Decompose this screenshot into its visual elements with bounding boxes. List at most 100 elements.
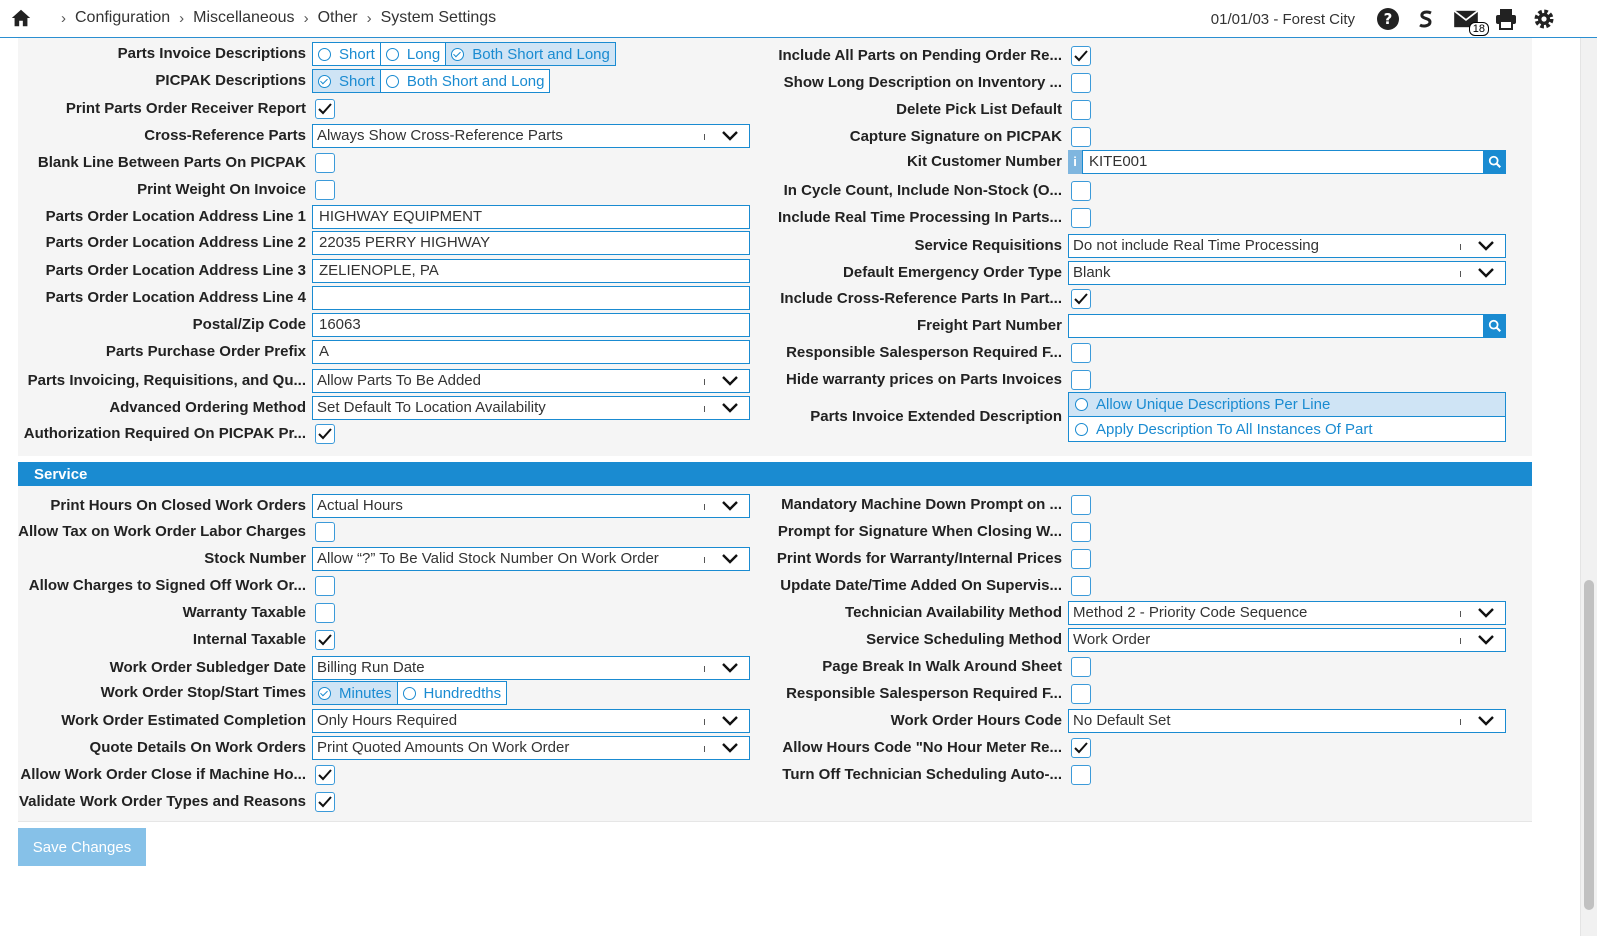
print-hours-on-closed-work-orders-select[interactable]: Actual Hours [312, 494, 750, 518]
chevron-down-icon[interactable] [721, 129, 739, 143]
parts-purchase-order-prefix-input[interactable]: A [312, 340, 750, 364]
cross-reference-parts-select[interactable]: Always Show Cross-Reference Parts [312, 124, 750, 148]
radio-checked-icon [1075, 398, 1088, 411]
delete-pick-list-default-checkbox[interactable] [1071, 100, 1091, 120]
breadcrumb-miscellaneous[interactable]: Miscellaneous [193, 9, 294, 27]
gear-icon[interactable] [1531, 6, 1557, 32]
search-icon[interactable] [1484, 150, 1506, 174]
picpak-descriptions-option-short[interactable]: Short [313, 70, 381, 92]
parts-invoice-descriptions-label: Parts Invoice Descriptions [117, 45, 306, 62]
update-date-time-added-on-supervis-checkbox[interactable] [1071, 576, 1091, 596]
parts-order-location-address-line-2-label: Parts Order Location Address Line 2 [45, 234, 306, 251]
chevron-down-icon[interactable] [721, 741, 739, 755]
mandatory-machine-down-prompt-on-checkbox[interactable] [1071, 495, 1091, 515]
print-icon[interactable] [1493, 6, 1519, 32]
mail-icon[interactable]: 18 [1451, 6, 1489, 36]
authorization-required-on-picpak-pr-checkbox[interactable] [315, 424, 335, 444]
chevron-down-icon[interactable] [721, 661, 739, 675]
hide-warranty-prices-on-parts-invoices-checkbox[interactable] [1071, 370, 1091, 390]
work-order-estimated-completion-select[interactable]: Only Hours Required [312, 709, 750, 733]
service-requisitions-select[interactable]: Do not include Real Time Processing [1068, 234, 1506, 258]
chevron-down-icon[interactable] [721, 374, 739, 388]
picpak-descriptions-option-both-short-and-long[interactable]: Both Short and Long [381, 70, 550, 92]
work-order-hours-code-select[interactable]: No Default Set [1068, 709, 1506, 733]
service-scheduling-method-select[interactable]: Work Order [1068, 628, 1506, 652]
chevron-down-icon[interactable] [721, 552, 739, 566]
chevron-down-icon[interactable] [721, 401, 739, 415]
parts-order-location-address-line-4-input[interactable] [312, 286, 750, 310]
work-order-stop-start-times-option-hundredths[interactable]: Hundredths [398, 682, 507, 704]
parts-invoice-extended-description-option-apply-description-to-all-instances-of-pa[interactable]: Apply Description To All Instances Of Pa… [1069, 417, 1505, 441]
kit-customer-number-value: KITE001 [1089, 153, 1148, 170]
select-divider [1460, 719, 1461, 725]
date-location[interactable]: 01/01/03 - Forest City [1211, 11, 1355, 28]
select-divider [704, 406, 705, 412]
warranty-taxable-checkbox[interactable] [315, 603, 335, 623]
search-icon[interactable] [1484, 314, 1506, 338]
blank-line-between-parts-on-picpak-checkbox[interactable] [315, 153, 335, 173]
validate-work-order-types-and-reasons-checkbox[interactable] [315, 792, 335, 812]
chevron-down-icon[interactable] [721, 499, 739, 513]
allow-tax-on-work-order-labor-charges-checkbox[interactable] [315, 522, 335, 542]
internal-taxable-checkbox[interactable] [315, 630, 335, 650]
technician-availability-method-select[interactable]: Method 2 - Priority Code Sequence [1068, 601, 1506, 625]
page-break-in-walk-around-sheet-checkbox[interactable] [1071, 657, 1091, 677]
parts-invoice-extended-description-option-allow-unique-descriptions-per-line[interactable]: Allow Unique Descriptions Per Line [1069, 393, 1505, 417]
parts-invoicing-requisitions-and-qu-select[interactable]: Allow Parts To Be Added [312, 369, 750, 393]
chevron-down-icon[interactable] [1477, 266, 1495, 280]
breadcrumb-other[interactable]: Other [318, 9, 358, 27]
prompt-for-signature-when-closing-w-checkbox[interactable] [1071, 522, 1091, 542]
turn-off-technician-scheduling-auto-checkbox[interactable] [1071, 765, 1091, 785]
s-logo-icon[interactable] [1413, 6, 1439, 32]
kit-customer-number-input[interactable]: KITE001 [1082, 150, 1484, 174]
chevron-down-icon[interactable] [1477, 606, 1495, 620]
default-emergency-order-type-label: Default Emergency Order Type [843, 264, 1062, 281]
parts-order-location-address-line-2-input[interactable]: 22035 PERRY HIGHWAY [312, 231, 750, 255]
parts-invoice-descriptions-option-short[interactable]: Short [313, 43, 381, 65]
breadcrumb-configuration[interactable]: Configuration [75, 9, 170, 27]
work-order-stop-start-times-option-minutes[interactable]: Minutes [313, 682, 398, 704]
work-order-subledger-date-select[interactable]: Billing Run Date [312, 656, 750, 680]
info-icon[interactable]: i [1068, 150, 1082, 174]
work-order-stop-start-times-label: Work Order Stop/Start Times [100, 684, 306, 701]
chevron-down-icon[interactable] [1477, 633, 1495, 647]
allow-work-order-close-if-machine-ho-checkbox[interactable] [315, 765, 335, 785]
include-all-parts-on-pending-order-re-checkbox[interactable] [1071, 46, 1091, 66]
print-weight-on-invoice-checkbox[interactable] [315, 180, 335, 200]
radio-empty-icon [385, 74, 399, 88]
chevron-down-icon[interactable] [1477, 239, 1495, 253]
parts-order-location-address-line-3-input[interactable]: ZELIENOPLE, PA [312, 259, 750, 283]
include-real-time-processing-in-parts-checkbox[interactable] [1071, 208, 1091, 228]
show-long-description-on-inventory-checkbox[interactable] [1071, 73, 1091, 93]
in-cycle-count-include-non-stock-o-checkbox[interactable] [1071, 181, 1091, 201]
include-cross-reference-parts-in-part-checkbox[interactable] [1071, 289, 1091, 309]
responsible-salesperson-required-f-checkbox[interactable] [1071, 343, 1091, 363]
service-scheduling-method-label: Service Scheduling Method [866, 631, 1062, 648]
chevron-down-icon[interactable] [721, 714, 739, 728]
parts-invoice-descriptions-option-long[interactable]: Long [381, 43, 447, 65]
top-bar: › Configuration › Miscellaneous › Other … [0, 0, 1597, 38]
parts-invoice-descriptions-option-both-short-and-long[interactable]: Both Short and Long [446, 43, 615, 65]
postal-zip-code-input[interactable]: 16063 [312, 313, 750, 337]
home-icon[interactable] [10, 7, 32, 29]
print-parts-order-receiver-report-checkbox[interactable] [315, 99, 335, 119]
save-changes-button[interactable]: Save Changes [18, 828, 146, 866]
capture-signature-on-picpak-checkbox[interactable] [1071, 127, 1091, 147]
advanced-ordering-method-select[interactable]: Set Default To Location Availability [312, 396, 750, 420]
turn-off-technician-scheduling-auto-label: Turn Off Technician Scheduling Auto-... [782, 766, 1062, 783]
parts-invoicing-requisitions-and-qu-label: Parts Invoicing, Requisitions, and Qu... [27, 372, 306, 389]
print-words-for-warranty-internal-prices-checkbox[interactable] [1071, 549, 1091, 569]
default-emergency-order-type-select[interactable]: Blank [1068, 261, 1506, 285]
quote-details-on-work-orders-select[interactable]: Print Quoted Amounts On Work Order [312, 736, 750, 760]
responsible-salesperson-required-f-checkbox[interactable] [1071, 684, 1091, 704]
freight-part-number-input[interactable] [1068, 314, 1484, 338]
stock-number-select[interactable]: Allow “?” To Be Valid Stock Number On Wo… [312, 547, 750, 571]
service-requisitions-selected-value: Do not include Real Time Processing [1073, 237, 1319, 254]
scrollbar-thumb[interactable] [1584, 580, 1594, 910]
allow-charges-to-signed-off-work-or-checkbox[interactable] [315, 576, 335, 596]
help-icon[interactable]: ? [1375, 6, 1401, 32]
chevron-down-icon[interactable] [1477, 714, 1495, 728]
allow-hours-code-no-hour-meter-re-checkbox[interactable] [1071, 738, 1091, 758]
radio-label: Minutes [339, 684, 392, 702]
parts-order-location-address-line-1-input[interactable]: HIGHWAY EQUIPMENT [312, 205, 750, 229]
